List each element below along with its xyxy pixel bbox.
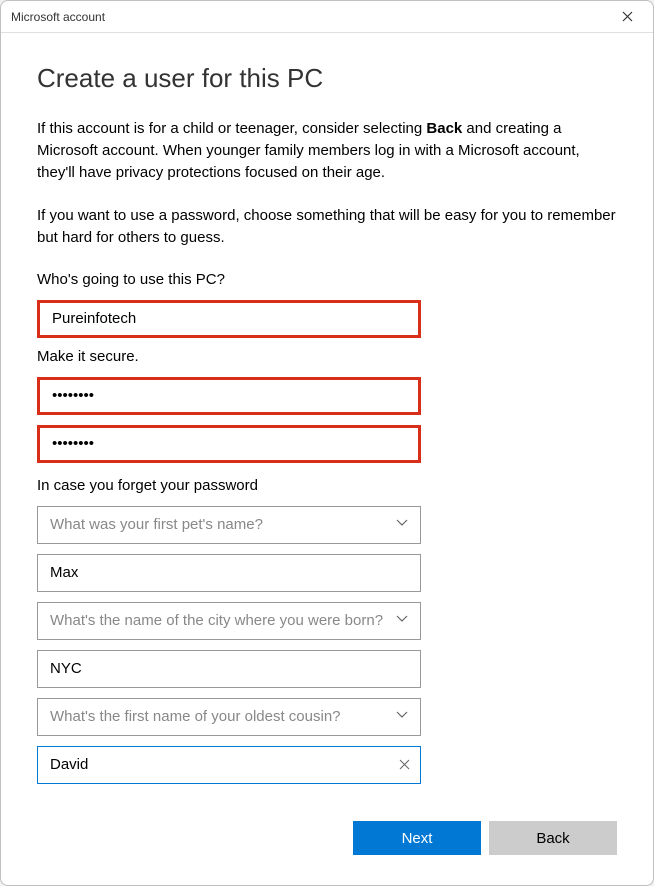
close-button[interactable] [611, 3, 643, 31]
security-answer-1-wrap [37, 554, 421, 592]
security-question-1-text: What was your first pet's name? [50, 516, 396, 533]
next-button[interactable]: Next [353, 821, 481, 855]
close-icon [622, 11, 633, 22]
security-answer-3-input[interactable] [38, 747, 420, 783]
close-icon [399, 759, 410, 770]
security-question-3-select[interactable]: What's the first name of your oldest cou… [37, 698, 421, 736]
chevron-down-icon [396, 519, 408, 530]
password-input[interactable] [40, 380, 418, 412]
security-questions-label: In case you forget your password [37, 477, 617, 494]
security-answer-3-wrap [37, 746, 421, 784]
security-answer-1-input[interactable] [38, 555, 420, 591]
username-label: Who's going to use this PC? [37, 271, 617, 288]
titlebar: Microsoft account [1, 1, 653, 33]
window-title: Microsoft account [11, 10, 611, 24]
password-field-wrap [37, 377, 421, 415]
password-label: Make it secure. [37, 348, 617, 365]
intro-paragraph: If this account is for a child or teenag… [37, 118, 617, 183]
dialog-window: Microsoft account Create a user for this… [0, 0, 654, 886]
back-button[interactable]: Back [489, 821, 617, 855]
content-area: Create a user for this PC If this accoun… [1, 33, 653, 811]
clear-input-button[interactable] [399, 757, 410, 773]
username-input[interactable] [40, 303, 418, 335]
security-question-2-select[interactable]: What's the name of the city where you we… [37, 602, 421, 640]
chevron-down-icon [396, 711, 408, 722]
security-question-2-text: What's the name of the city where you we… [50, 612, 396, 629]
confirm-password-field-wrap [37, 425, 421, 463]
security-answer-2-wrap [37, 650, 421, 688]
username-field-wrap [37, 300, 421, 338]
confirm-password-input[interactable] [40, 428, 418, 460]
security-question-3-text: What's the first name of your oldest cou… [50, 708, 396, 725]
chevron-down-icon [396, 615, 408, 626]
footer-buttons: Next Back [1, 811, 653, 885]
page-heading: Create a user for this PC [37, 63, 617, 94]
password-hint-paragraph: If you want to use a password, choose so… [37, 205, 617, 249]
security-question-1-select[interactable]: What was your first pet's name? [37, 506, 421, 544]
security-answer-2-input[interactable] [38, 651, 420, 687]
